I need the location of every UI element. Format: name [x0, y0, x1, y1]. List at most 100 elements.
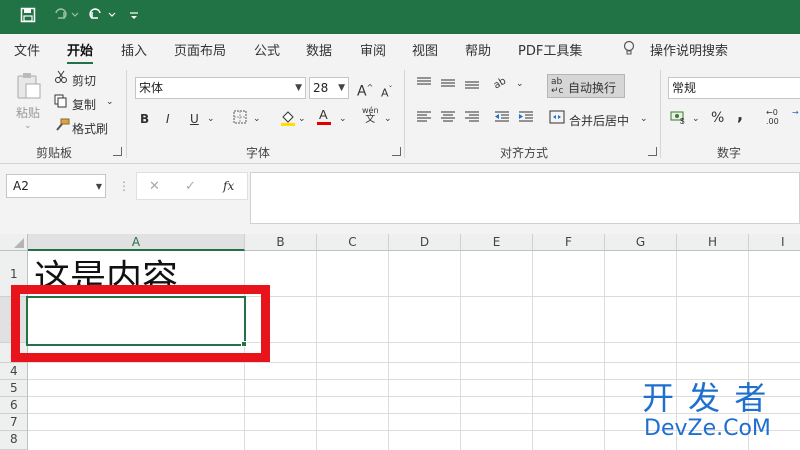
gridline — [532, 251, 533, 450]
tab-page-layout[interactable]: 页面布局 — [174, 40, 226, 59]
chevron-down-icon[interactable]: ⌄ — [640, 111, 648, 127]
chevron-down-icon[interactable]: ⌄ — [339, 111, 347, 127]
font-name-select[interactable]: 宋体 ▼ — [135, 77, 306, 99]
column-header-e[interactable]: E — [461, 234, 533, 251]
watermark-line1: 开 发 者 — [642, 379, 769, 417]
merge-center-button[interactable]: 合并后居中 — [569, 112, 629, 129]
tab-file[interactable]: 文件 — [14, 40, 40, 59]
align-right-icon[interactable] — [464, 110, 480, 128]
tab-data[interactable]: 数据 — [306, 40, 332, 59]
svg-text:A: A — [319, 107, 328, 122]
cancel-icon[interactable]: ✕ — [149, 179, 160, 195]
row-header-5[interactable]: 5 — [0, 380, 28, 397]
redo-icon[interactable] — [52, 7, 80, 27]
tab-formulas[interactable]: 公式 — [254, 40, 280, 59]
merge-center-icon[interactable] — [549, 110, 565, 128]
font-name-value: 宋体 — [139, 81, 164, 95]
underline-button[interactable]: U — [190, 111, 199, 127]
chevron-down-icon[interactable]: ⌄ — [24, 118, 32, 134]
increase-indent-icon[interactable] — [518, 110, 534, 128]
tab-insert[interactable]: 插入 — [121, 40, 147, 59]
tab-pdf-tools[interactable]: PDF工具集 — [518, 40, 582, 59]
column-header-b[interactable]: B — [245, 234, 317, 251]
group-label-alignment: 对齐方式 — [500, 146, 549, 160]
ribbon-separator — [404, 70, 405, 158]
scissors-icon — [54, 70, 68, 88]
bold-button[interactable]: B — [140, 111, 149, 127]
borders-icon[interactable] — [233, 110, 247, 128]
chevron-down-icon[interactable]: ⌄ — [106, 94, 114, 110]
increase-font-icon[interactable]: A^ — [357, 80, 373, 100]
row-header-4[interactable]: 4 — [0, 363, 28, 380]
align-top-icon[interactable] — [416, 76, 432, 94]
phonetic-guide-icon[interactable]: wén 文 — [362, 106, 379, 125]
column-header-c[interactable]: C — [317, 234, 389, 251]
ribbon-separator — [126, 70, 127, 158]
tab-view[interactable]: 视图 — [412, 40, 438, 59]
row-header-8[interactable]: 8 — [0, 431, 28, 450]
tab-review[interactable]: 审阅 — [360, 40, 386, 59]
insert-function-icon[interactable]: fx — [223, 178, 234, 194]
gridline — [388, 251, 389, 450]
tab-home[interactable]: 开始 — [67, 40, 94, 65]
number-format-select[interactable]: 常规 — [668, 77, 800, 99]
lightbulb-icon[interactable] — [622, 40, 636, 60]
chevron-down-icon[interactable]: ⌄ — [253, 111, 261, 127]
comma-style-button[interactable]: , — [737, 107, 743, 123]
gridline — [604, 251, 605, 450]
column-header-f[interactable]: F — [533, 234, 605, 251]
name-box-value: A2 — [13, 179, 29, 193]
increase-decimal-icon[interactable]: ←0.00 — [766, 108, 779, 126]
copy-icon — [54, 94, 68, 112]
name-box[interactable]: A2 ▼ — [6, 174, 106, 198]
wrap-text-button[interactable]: ab ↵c 自动换行 — [547, 74, 625, 98]
tell-me-search[interactable]: 操作说明搜索 — [650, 40, 728, 59]
fill-color-icon[interactable] — [280, 109, 296, 131]
tab-help[interactable]: 帮助 — [465, 40, 491, 59]
font-size-select[interactable]: 28 ▼ — [309, 77, 349, 99]
align-bottom-icon[interactable] — [464, 76, 480, 94]
cut-button[interactable]: 剪切 — [72, 72, 96, 89]
chevron-down-icon[interactable]: ⌄ — [516, 76, 524, 92]
select-all-corner[interactable] — [0, 234, 28, 251]
percent-style-button[interactable]: % — [711, 110, 724, 126]
column-header-g[interactable]: G — [605, 234, 677, 251]
italic-button[interactable]: I — [166, 111, 170, 127]
font-launcher-icon[interactable] — [392, 147, 401, 156]
alignment-launcher-icon[interactable] — [648, 147, 657, 156]
decrease-indent-icon[interactable] — [494, 110, 510, 128]
cell-a2-selected[interactable] — [26, 296, 246, 346]
chevron-down-icon[interactable]: ⌄ — [298, 111, 306, 127]
row-header-6[interactable]: 6 — [0, 397, 28, 414]
align-center-icon[interactable] — [440, 110, 456, 128]
save-icon[interactable] — [20, 7, 36, 27]
clipboard-launcher-icon[interactable] — [113, 147, 122, 156]
column-header-i[interactable]: I — [749, 234, 800, 251]
formula-input[interactable] — [250, 172, 800, 224]
column-header-a[interactable]: A — [28, 234, 245, 251]
align-left-icon[interactable] — [416, 110, 432, 128]
customize-icon[interactable] — [128, 7, 140, 27]
chevron-down-icon[interactable]: ⌄ — [692, 111, 700, 127]
copy-button[interactable]: 复制 — [72, 96, 96, 113]
fill-handle[interactable] — [241, 341, 247, 347]
column-header-d[interactable]: D — [389, 234, 461, 251]
orientation-icon[interactable]: ab — [491, 74, 510, 94]
chevron-down-icon: ▼ — [95, 182, 102, 191]
decrease-decimal-icon[interactable]: → — [792, 108, 799, 117]
chevron-down-icon[interactable]: ⌄ — [384, 111, 392, 127]
enter-icon[interactable]: ✓ — [185, 179, 196, 195]
undo-icon[interactable] — [88, 7, 118, 27]
accounting-format-icon[interactable]: $ — [670, 110, 690, 128]
format-painter-button[interactable]: 格式刷 — [72, 120, 108, 137]
chevron-down-icon[interactable]: ⌄ — [207, 111, 215, 127]
column-header-h[interactable]: H — [677, 234, 749, 251]
font-color-icon[interactable]: A — [316, 107, 332, 131]
clipboard-icon[interactable] — [14, 72, 44, 100]
align-middle-icon[interactable] — [440, 76, 456, 94]
row-header-7[interactable]: 7 — [0, 414, 28, 431]
number-format-value: 常规 — [672, 81, 697, 95]
group-label-clipboard: 剪贴板 — [36, 146, 73, 160]
decrease-font-icon[interactable]: Aˇ — [381, 82, 393, 102]
ribbon: 粘贴 ⌄ 剪切 复制 ⌄ 格式刷 剪贴板 宋体 ▼ 28 ▼ A^ Aˇ B I… — [0, 64, 800, 164]
